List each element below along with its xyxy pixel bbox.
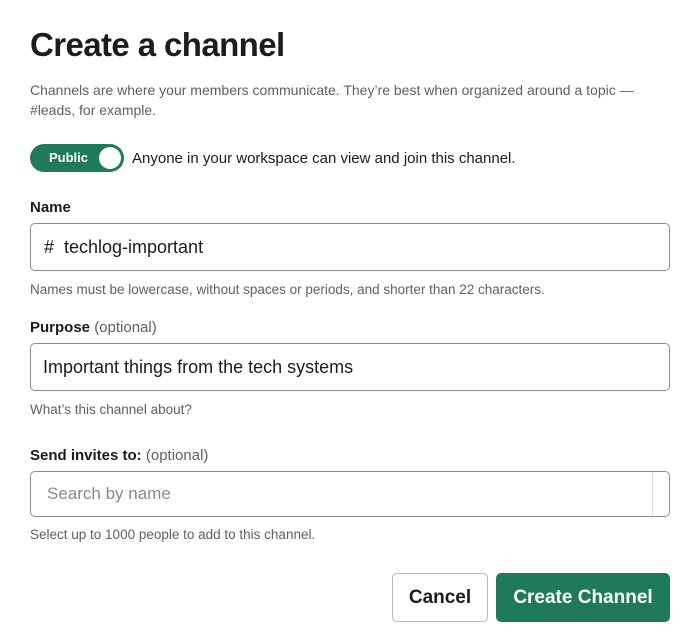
name-label: Name (30, 198, 71, 218)
name-help-text: Names must be lowercase, without spaces … (30, 282, 545, 297)
create-channel-dialog: Create a channel Channels are where your… (0, 0, 697, 640)
cancel-button[interactable]: Cancel (392, 573, 488, 622)
invites-label: Send invites to: (optional) (30, 446, 208, 466)
purpose-optional-text: (optional) (94, 319, 157, 336)
invite-search-box (30, 471, 670, 517)
invites-label-text: Send invites to: (30, 447, 142, 464)
purpose-field[interactable]: Important things from the tech systems (30, 343, 670, 391)
name-field-value: techlog-important (64, 236, 204, 257)
public-private-toggle[interactable]: Public (30, 144, 124, 172)
toggle-knob (99, 147, 121, 169)
invite-search-input[interactable] (31, 483, 652, 505)
purpose-label: Purpose (optional) (30, 318, 157, 338)
name-field[interactable]: # techlog-important (30, 223, 670, 271)
hash-icon: # (44, 236, 55, 257)
create-channel-button[interactable]: Create Channel (496, 573, 670, 622)
visibility-description: Anyone in your workspace can view and jo… (132, 149, 516, 167)
visibility-row: Public Anyone in your workspace can view… (30, 144, 516, 172)
search-divider (652, 472, 653, 516)
dialog-title: Create a channel (30, 26, 285, 63)
invites-help-text: Select up to 1000 people to add to this … (30, 527, 316, 542)
name-label-text: Name (30, 199, 71, 216)
purpose-field-value: Important things from the tech systems (43, 356, 354, 377)
purpose-help-text: What’s this channel about? (30, 402, 192, 417)
invites-optional-text: (optional) (145, 447, 209, 464)
purpose-label-text: Purpose (30, 319, 91, 336)
toggle-label: Public (49, 150, 89, 165)
dialog-description: Channels are where your members communic… (30, 82, 634, 118)
